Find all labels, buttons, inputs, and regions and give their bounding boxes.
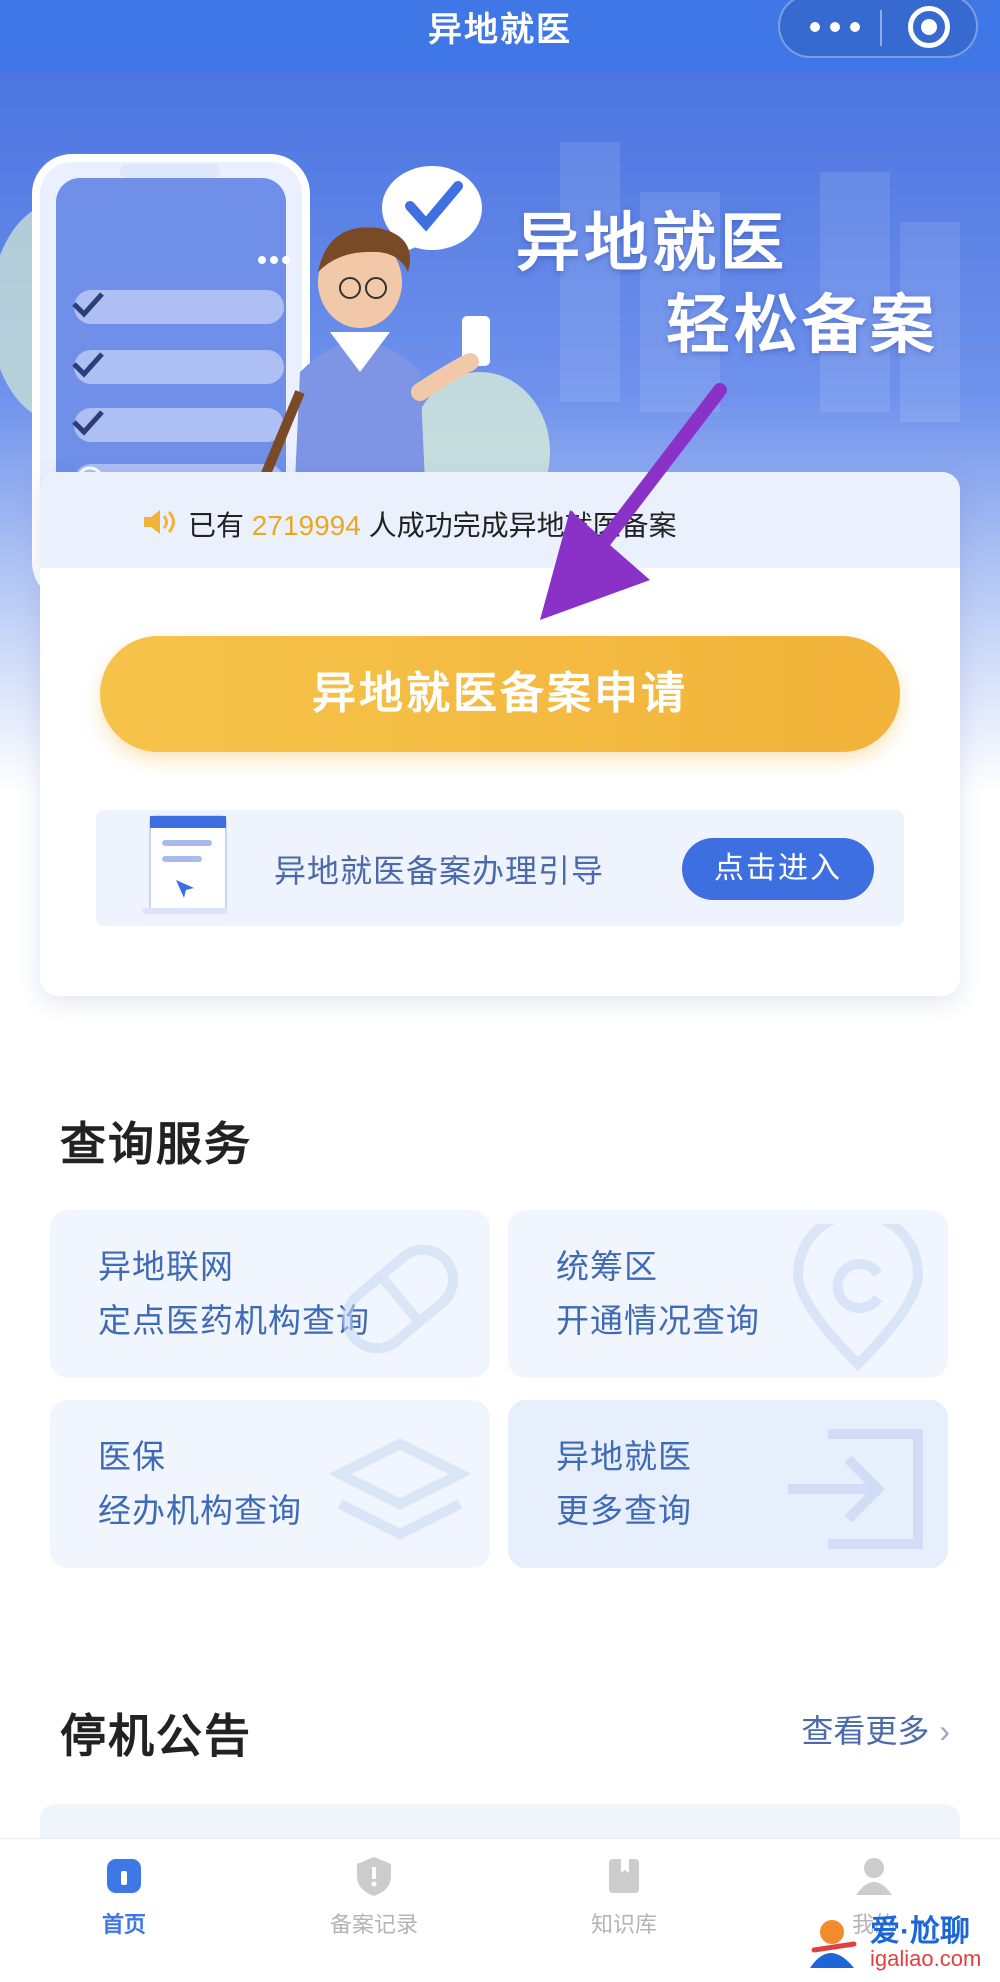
shield-icon [357, 1857, 391, 1896]
enter-icon [788, 1429, 923, 1549]
tile-line-2: 经办机构查询 [98, 1492, 302, 1529]
watermark-brand: 爱·尬聊 [870, 1915, 970, 1948]
chevron-right-icon: › [939, 1713, 950, 1749]
notice-section-title: 停机公告 [60, 1710, 252, 1762]
filing-card: 已有 2719994 人成功完成异地就医备案 异地就医备案申请 异地就医备案办理… [40, 472, 960, 996]
more-options-icon[interactable] [810, 12, 870, 42]
watermark-url: igaliao.com [870, 1946, 982, 1971]
location-pin-icon [792, 1224, 924, 1372]
tab-label: 备案记录 [329, 1912, 418, 1937]
query-services-title: 查询服务 [60, 1118, 252, 1170]
enter-guide-button[interactable]: 点击进入 [682, 838, 874, 900]
tab-knowledge-base[interactable]: 知识库 [544, 1853, 704, 1939]
mini-program-capsule [778, 0, 978, 58]
apply-filing-button[interactable]: 异地就医备案申请 [100, 636, 900, 752]
guide-label: 异地就医备案办理引导 [274, 853, 605, 889]
filing-guide-banner[interactable]: 异地就医备案办理引导 点击进入 [96, 810, 904, 926]
tile-line-1: 统筹区 [556, 1248, 658, 1285]
tile-designated-institutions[interactable]: 异地联网 定点医药机构查询 [50, 1210, 490, 1378]
document-guide-icon [142, 815, 228, 914]
pointer-arrow [540, 383, 727, 620]
tile-line-1: 医保 [98, 1438, 166, 1475]
close-mini-program-icon[interactable] [908, 6, 950, 48]
home-icon [107, 1859, 141, 1893]
site-watermark: 爱·尬聊 igaliao.com [800, 1906, 990, 1978]
layers-icon [328, 1438, 472, 1540]
filing-count-ticker: 已有 2719994 人成功完成异地就医备案 [40, 472, 960, 568]
tab-home[interactable]: 首页 [44, 1853, 204, 1939]
user-icon [856, 1858, 892, 1895]
book-icon [609, 1859, 639, 1893]
top-navigation-bar: 异地就医 [0, 0, 1000, 72]
view-more-link[interactable]: 查看更多 › [801, 1706, 950, 1752]
ticker-count: 2719994 [251, 510, 361, 541]
capsule-divider [880, 10, 882, 46]
tile-agency-query[interactable]: 医保 经办机构查询 [50, 1400, 490, 1568]
tile-more-queries[interactable]: 异地就医 更多查询 [508, 1400, 948, 1568]
view-more-label: 查看更多 [801, 1713, 930, 1749]
pill-icon [342, 1244, 458, 1354]
tile-line-1: 异地就医 [556, 1438, 692, 1475]
speaker-icon [144, 510, 175, 534]
tab-label: 知识库 [590, 1912, 657, 1937]
mascot-logo [810, 1920, 857, 1968]
tile-coordination-area[interactable]: 统筹区 开通情况查询 [508, 1210, 948, 1378]
tile-line-1: 异地联网 [98, 1248, 234, 1285]
ticker-prefix: 已有 [188, 510, 245, 541]
tile-line-2: 开通情况查询 [556, 1302, 760, 1339]
tile-line-2: 更多查询 [556, 1492, 692, 1529]
tab-filing-records[interactable]: 备案记录 [294, 1853, 454, 1939]
tab-label: 首页 [101, 1912, 146, 1937]
